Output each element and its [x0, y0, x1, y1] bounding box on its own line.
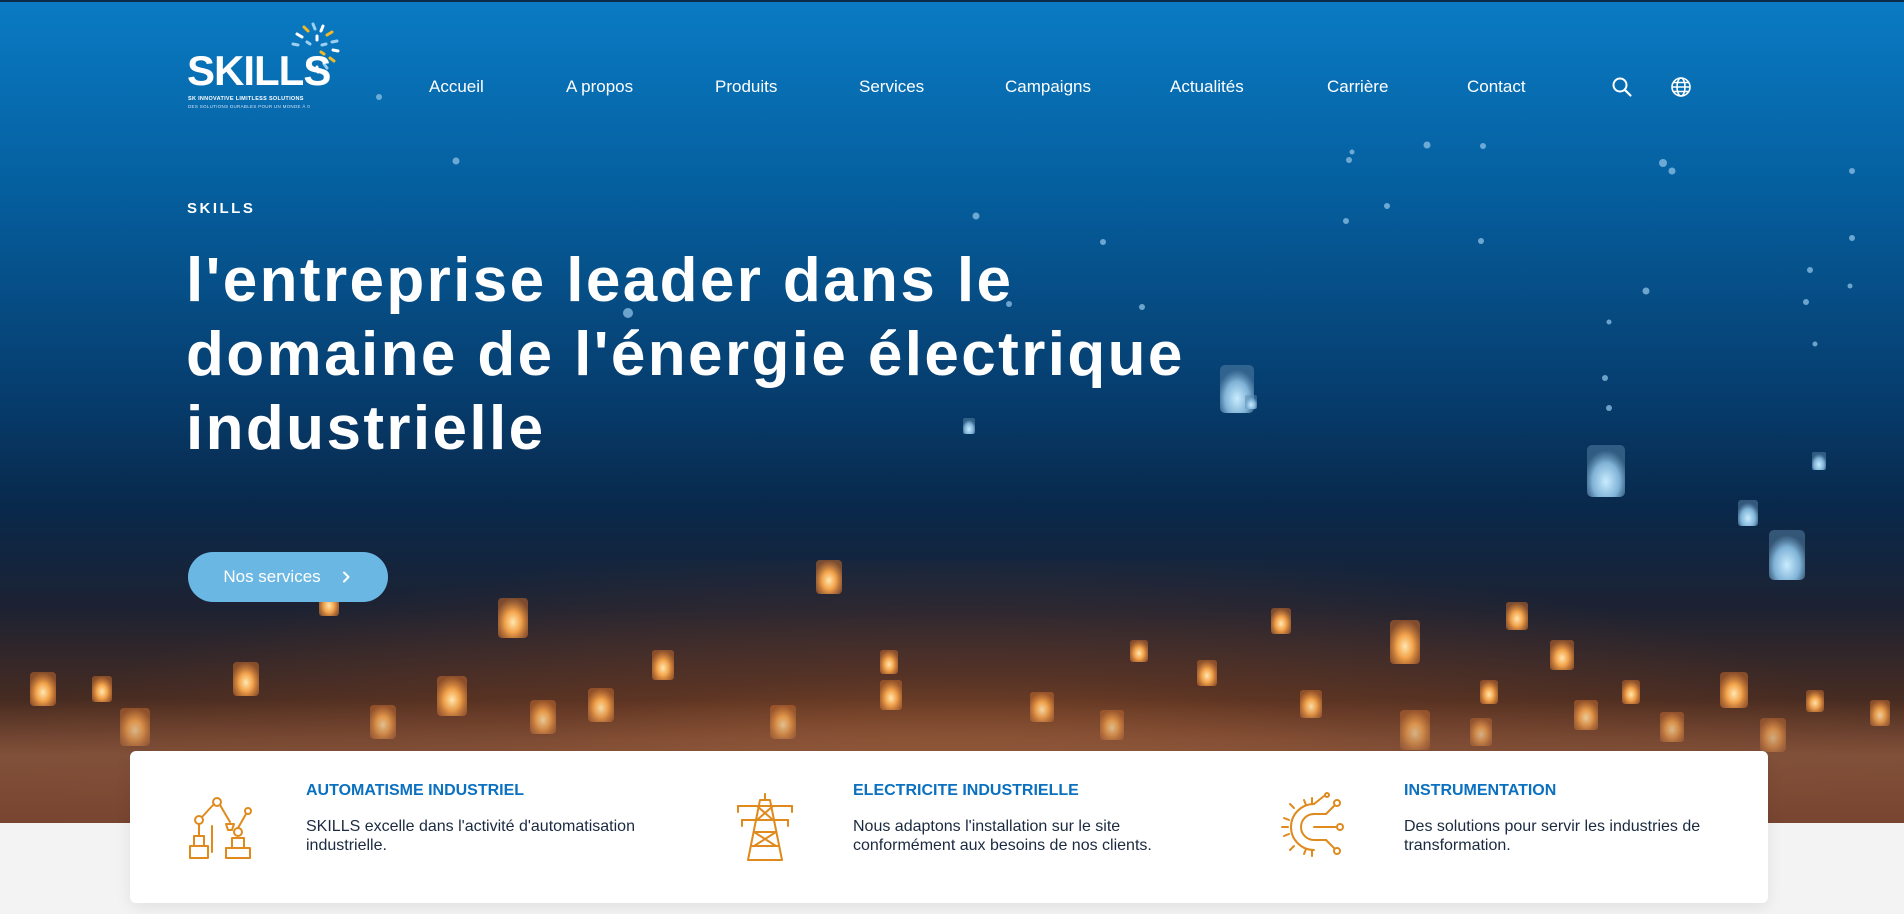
- feature-title: ELECTRICITE INDUSTRIELLE: [853, 782, 1079, 799]
- nav-item-contact[interactable]: Contact: [1467, 76, 1526, 98]
- hero-eyebrow: SKILLS: [187, 200, 256, 217]
- feature-text: Nous adaptons l'installation sur le site…: [853, 818, 1152, 854]
- features-panel: AUTOMATISME INDUSTRIEL SKILLS excelle da…: [130, 751, 1768, 903]
- nav-item-a-propos[interactable]: A propos: [566, 76, 633, 98]
- logo[interactable]: SKILLS SK INNOVATIVE LIMITLESS SOLUTIONS…: [187, 20, 347, 112]
- nav-item-accueil[interactable]: Accueil: [429, 76, 484, 98]
- nav-item-services[interactable]: Services: [859, 76, 924, 98]
- hero-headline: l'entreprise leader dans le domaine de l…: [186, 246, 1185, 463]
- robot-arm-icon: [189, 797, 252, 859]
- feature-card-automatisme[interactable]: AUTOMATISME INDUSTRIEL SKILLS excelle da…: [130, 751, 676, 903]
- power-tower-icon: [737, 793, 793, 861]
- nav-item-carriere[interactable]: Carrière: [1327, 76, 1388, 98]
- feature-card-instrumentation[interactable]: INSTRUMENTATION Des solutions pour servi…: [1222, 751, 1768, 903]
- feature-title: AUTOMATISME INDUSTRIEL: [306, 782, 525, 799]
- feature-title: INSTRUMENTATION: [1404, 782, 1557, 799]
- gear-circuit-icon: [1281, 792, 1344, 857]
- feature-card-electricite[interactable]: ELECTRICITE INDUSTRIELLE Nous adaptons l…: [676, 751, 1222, 903]
- feature-text: Des solutions pour servir les industries…: [1404, 818, 1701, 854]
- feature-text: SKILLS excelle dans l'activité d'automat…: [306, 818, 635, 854]
- nav-item-produits[interactable]: Produits: [715, 76, 777, 98]
- nav-item-actualites[interactable]: Actualités: [1170, 76, 1244, 98]
- globe-icon[interactable]: [1670, 76, 1692, 98]
- nav-item-campaigns[interactable]: Campaigns: [1005, 76, 1091, 98]
- logo-subline: DES SOLUTIONS DURABLES POUR UN MONDE À 0: [188, 104, 311, 109]
- nos-services-button[interactable]: Nos services: [188, 552, 388, 602]
- chevron-right-icon: [342, 571, 350, 583]
- nos-services-button-label: Nos services: [223, 567, 321, 586]
- search-icon[interactable]: [1611, 76, 1633, 98]
